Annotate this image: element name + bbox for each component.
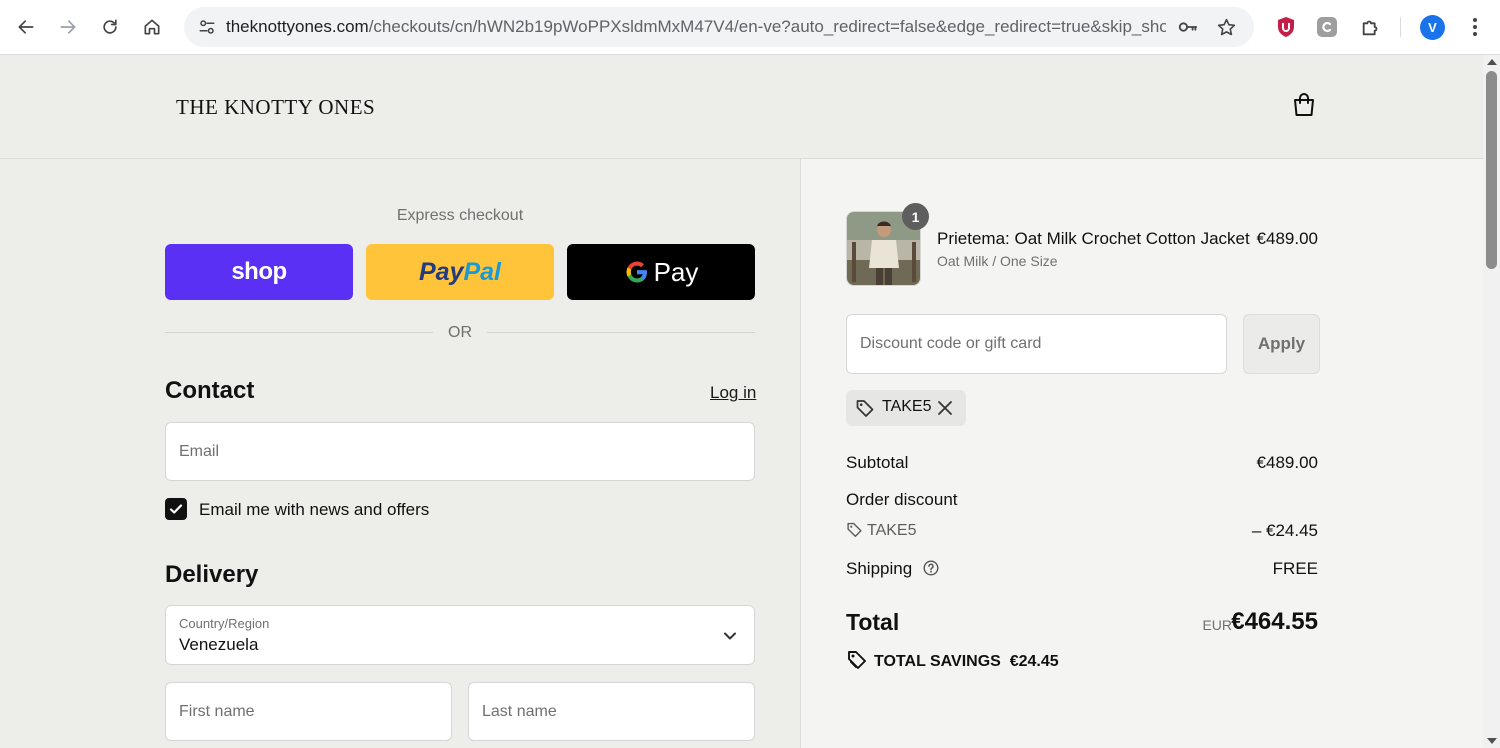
first-name-field[interactable] bbox=[165, 682, 452, 741]
email-input[interactable] bbox=[166, 423, 754, 480]
key-icon bbox=[1178, 22, 1198, 32]
tag-icon bbox=[847, 522, 862, 538]
scroll-down-arrow-icon[interactable] bbox=[1487, 738, 1497, 744]
extension-ublock[interactable] bbox=[1272, 13, 1300, 41]
product-name: Prietema: Oat Milk Crochet Cotton Jacket bbox=[937, 229, 1250, 248]
order-discount-code: TAKE5 bbox=[846, 521, 917, 540]
google-pay-label: Pay bbox=[653, 256, 699, 287]
puzzle-icon bbox=[1362, 20, 1378, 36]
last-name-field[interactable] bbox=[468, 682, 755, 741]
scroll-up-arrow-icon[interactable] bbox=[1487, 59, 1497, 65]
order-discount-label: Order discount bbox=[846, 490, 958, 509]
product-variant: Oat Milk / One Size bbox=[937, 253, 1058, 269]
order-summary-column: 1 Prietema: Oat Milk Crochet Cotton Jack… bbox=[800, 159, 1483, 748]
login-link[interactable]: Log in bbox=[710, 383, 756, 403]
discount-code-input[interactable] bbox=[847, 315, 1226, 373]
extension-grammar[interactable] bbox=[1313, 13, 1341, 41]
product-price: €489.00 bbox=[1256, 229, 1318, 248]
total-currency: EUR bbox=[1202, 617, 1232, 633]
grey-extension-icon bbox=[1317, 17, 1337, 37]
apply-discount-button[interactable]: Apply bbox=[1243, 314, 1320, 374]
or-label: OR bbox=[448, 324, 472, 341]
total-value: €464.55 bbox=[1231, 608, 1318, 635]
google-pay-button[interactable]: Pay bbox=[567, 244, 755, 300]
scrollbar-thumb[interactable] bbox=[1486, 71, 1497, 269]
tag-icon bbox=[856, 400, 874, 417]
page-scrollbar[interactable] bbox=[1483, 55, 1500, 748]
order-discount-value: – €24.45 bbox=[1251, 521, 1318, 540]
shield-u-icon bbox=[1278, 17, 1294, 37]
back-arrow-icon bbox=[18, 20, 34, 34]
contact-heading: Contact bbox=[165, 377, 255, 404]
checkout-form-column: Express checkout shop Pay Pal Pay OR Cont… bbox=[0, 159, 800, 748]
email-field[interactable] bbox=[165, 422, 755, 481]
country-value: Venezuela bbox=[179, 635, 259, 654]
newsletter-label[interactable]: Email me with news and offers bbox=[199, 500, 429, 520]
tune-icon bbox=[199, 20, 215, 34]
country-select[interactable]: Country/Region Venezuela bbox=[165, 605, 755, 665]
chevron-down-icon bbox=[724, 632, 736, 640]
star-icon bbox=[1217, 18, 1235, 35]
shopping-bag-icon bbox=[1294, 93, 1314, 116]
site-info-button[interactable] bbox=[192, 12, 222, 42]
subtotal-label: Subtotal bbox=[846, 453, 909, 472]
shipping-value: FREE bbox=[1272, 559, 1318, 578]
forward-arrow-icon bbox=[60, 20, 76, 34]
close-icon[interactable] bbox=[935, 398, 955, 418]
savings-tag-icon bbox=[848, 651, 866, 669]
country-label: Country/Region bbox=[179, 616, 270, 631]
paypal-button[interactable]: Pay Pal bbox=[366, 244, 554, 300]
delivery-heading: Delivery bbox=[165, 561, 259, 588]
store-logo[interactable]: THE KNOTTY ONES bbox=[176, 95, 375, 120]
quantity-badge: 1 bbox=[902, 203, 929, 230]
applied-discount-chip: TAKE5 bbox=[846, 390, 966, 426]
order-discount-code-text: TAKE5 bbox=[867, 522, 917, 539]
url-domain: theknottyones.com bbox=[226, 17, 369, 36]
password-key-button[interactable] bbox=[1174, 13, 1202, 41]
google-g-icon bbox=[626, 261, 647, 283]
total-savings: TOTAL SAVINGS €24.45 bbox=[846, 649, 1059, 671]
toolbar-divider bbox=[1400, 17, 1401, 37]
browser-menu-button[interactable] bbox=[1461, 13, 1489, 41]
forward-button[interactable] bbox=[53, 12, 83, 42]
discount-code-field[interactable] bbox=[846, 314, 1227, 374]
paypal-label-pal: Pal bbox=[463, 257, 501, 286]
paypal-label-pay: Pay bbox=[418, 257, 464, 286]
url-path: /checkouts/cn/hWN2b19pWoPPXsldmMxM47V4/e… bbox=[368, 17, 1166, 36]
browser-toolbar: theknottyones.com/checkouts/cn/hWN2b19pW… bbox=[0, 0, 1500, 55]
total-label: Total bbox=[846, 609, 900, 635]
cart-button[interactable] bbox=[1290, 91, 1318, 119]
last-name-input[interactable] bbox=[469, 683, 754, 740]
express-checkout-title: Express checkout bbox=[396, 207, 524, 224]
shop-pay-label: shop bbox=[231, 258, 287, 285]
shipping-row-label: Shipping bbox=[846, 559, 939, 579]
total-savings-value: €24.45 bbox=[1009, 653, 1059, 670]
kebab-menu-icon bbox=[1473, 18, 1477, 36]
reload-button[interactable] bbox=[95, 12, 125, 42]
extensions-menu-button[interactable] bbox=[1357, 13, 1385, 41]
applied-discount-code: TAKE5 bbox=[882, 398, 932, 415]
home-icon bbox=[144, 19, 160, 35]
shop-pay-button[interactable]: shop bbox=[165, 244, 353, 300]
profile-avatar[interactable]: V bbox=[1420, 15, 1445, 40]
or-divider: OR bbox=[165, 323, 755, 343]
back-button[interactable] bbox=[11, 12, 41, 42]
checkmark-icon bbox=[169, 504, 183, 514]
reload-icon bbox=[103, 19, 117, 34]
shipping-label: Shipping bbox=[846, 559, 913, 578]
bookmark-button[interactable] bbox=[1212, 13, 1240, 41]
help-icon[interactable] bbox=[923, 560, 939, 576]
store-header: THE KNOTTY ONES bbox=[0, 55, 1483, 159]
home-button[interactable] bbox=[137, 12, 167, 42]
url-text[interactable]: theknottyones.com/checkouts/cn/hWN2b19pW… bbox=[226, 7, 1166, 47]
first-name-input[interactable] bbox=[166, 683, 451, 740]
total-savings-label: TOTAL SAVINGS bbox=[874, 653, 1001, 670]
subtotal-value: €489.00 bbox=[1256, 453, 1318, 472]
address-bar[interactable]: theknottyones.com/checkouts/cn/hWN2b19pW… bbox=[184, 7, 1254, 47]
newsletter-checkbox[interactable] bbox=[165, 498, 187, 520]
